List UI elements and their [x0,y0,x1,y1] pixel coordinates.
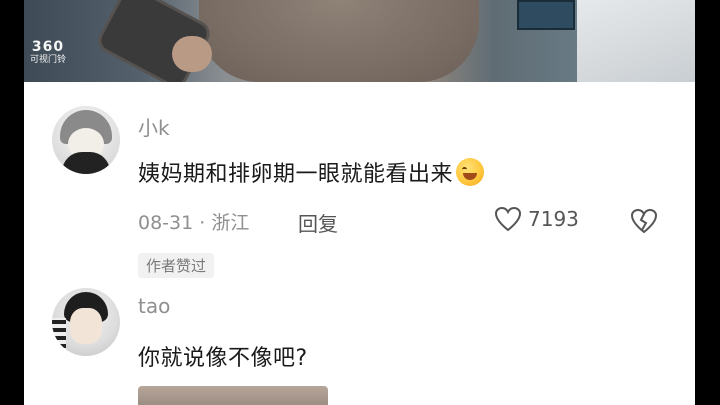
background-wall [577,0,695,82]
watermark-logo: 360 可视门铃 [30,40,66,65]
watermark-line2: 可视门铃 [30,55,67,65]
comment-meta: 08-31 · 浙江 [138,212,250,234]
comment-username[interactable]: 小k [138,112,170,141]
comment-text: 姨妈期和排卵期一眼就能看出来 [138,156,485,188]
broken-heart-icon[interactable] [630,208,658,234]
avatar[interactable] [52,106,120,174]
heart-outline-icon [494,206,522,232]
like-button[interactable]: 7193 [494,206,579,232]
author-liked-badge: 作者赞过 [138,253,215,278]
hand [172,36,212,72]
background-door [517,0,575,30]
video-preview[interactable]: 360 可视门铃 [24,0,695,82]
comment-screen: 360 可视门铃 小k 姨妈期和排卵期一眼就能看出来 08-31 · 浙江 回复… [24,0,695,405]
comment-username[interactable]: tao [138,294,170,318]
person-figure [199,0,479,82]
grinning-sweat-emoji-icon [456,158,485,186]
comment-image-thumbnail[interactable] [138,386,328,405]
avatar[interactable] [52,288,120,356]
comment-text-body: 姨妈期和排卵期一眼就能看出来 [138,162,454,187]
watermark-line1: 360 [31,39,65,55]
like-count: 7193 [528,207,579,231]
comment-text: 你就说像不像吧? [138,346,308,371]
reply-button[interactable]: 回复 [298,208,338,237]
